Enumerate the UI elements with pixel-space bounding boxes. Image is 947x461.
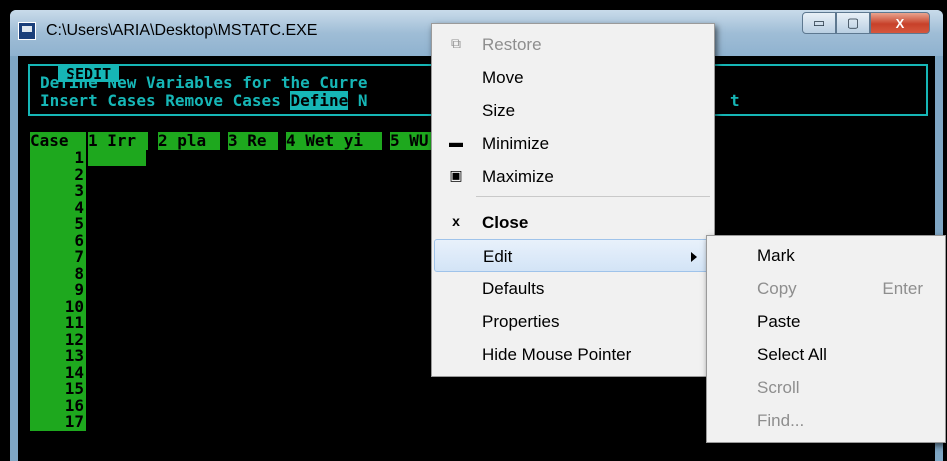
menu-options-line: Insert Cases Remove Cases Define N — [40, 91, 368, 110]
menu-item-label: Maximize — [482, 167, 554, 186]
minimize-button[interactable]: ▭ — [802, 12, 836, 34]
maximize-button[interactable]: ▢ — [836, 12, 870, 34]
menu-item-defaults[interactable]: Defaults — [434, 272, 712, 305]
menu-item-label: Minimize — [482, 134, 550, 153]
submenu-item-copy[interactable]: Copy Enter — [709, 272, 943, 305]
menu-item-label: Select All — [757, 345, 827, 364]
menu-item-label: Mark — [757, 246, 795, 265]
menu-item-label: Paste — [757, 312, 801, 331]
menu-item-minimize[interactable]: ▬ Minimize — [434, 127, 712, 160]
menu-item-close[interactable]: x Close — [434, 206, 712, 239]
menu-item-label: Edit — [483, 247, 513, 266]
msdos-app-icon[interactable] — [18, 22, 36, 40]
menu-item-edit[interactable]: Edit — [434, 239, 712, 272]
row-number: 17 — [64, 412, 84, 431]
menu-item-label: Defaults — [482, 279, 545, 298]
menu-item-label: Size — [482, 101, 516, 120]
menu-item-properties[interactable]: Properties — [434, 305, 712, 338]
minimize-icon: ▬ — [449, 134, 463, 150]
menu-options-rest: N — [348, 91, 368, 110]
window-title: C:\Users\ARIA\Desktop\MSTATC.EXE — [46, 22, 318, 39]
maximize-icon: ▢ — [846, 15, 860, 30]
submenu-item-select-all[interactable]: Select All — [709, 338, 943, 371]
close-button[interactable]: X — [870, 12, 930, 34]
menu-options-text: Insert Cases Remove Cases — [40, 91, 291, 110]
active-cell[interactable] — [88, 150, 146, 166]
menu-description-line: Define New Variables for the Curre — [40, 73, 368, 92]
grid-header-col4[interactable]: 4 Wet yi — [286, 132, 382, 150]
menu-separator — [476, 196, 710, 197]
grid-header-col3[interactable]: 3 Re — [228, 132, 278, 150]
submenu-item-scroll[interactable]: Scroll — [709, 371, 943, 404]
minimize-icon: ▭ — [812, 15, 826, 30]
menu-options-tail: t — [730, 91, 740, 110]
menu-option-define[interactable]: Define — [290, 91, 349, 110]
close-icon: X — [895, 15, 905, 31]
menu-item-label: Scroll — [757, 378, 800, 397]
menu-item-move[interactable]: Move — [434, 61, 712, 94]
grid-header-col1[interactable]: 1 Irr — [88, 132, 148, 150]
menu-item-label: Restore — [482, 35, 542, 54]
grid-header-col2[interactable]: 2 pla — [158, 132, 220, 150]
menu-item-label: Copy — [757, 279, 797, 298]
menu-item-maximize[interactable]: ▣ Maximize — [434, 160, 712, 193]
restore-icon: ⧉ — [451, 35, 461, 51]
menu-item-label: Move — [482, 68, 524, 87]
submenu-arrow-icon — [691, 252, 697, 262]
submenu-item-find[interactable]: Find... — [709, 404, 943, 437]
menu-item-label: Find... — [757, 411, 805, 430]
row-numbers: 1 2 3 4 5 6 7 8 9 10 11 12 13 14 15 16 17 — [30, 149, 86, 431]
edit-submenu: Mark Copy Enter Paste Select All Scroll F… — [706, 235, 946, 443]
menu-item-size[interactable]: Size — [434, 94, 712, 127]
close-icon: x — [452, 213, 460, 229]
shortcut-label: Enter — [882, 279, 923, 298]
system-menu: ⧉ Restore Move Size ▬ Minimize ▣ Maximize x… — [431, 23, 715, 377]
submenu-item-paste[interactable]: Paste — [709, 305, 943, 338]
maximize-icon: ▣ — [449, 167, 463, 183]
submenu-item-mark[interactable]: Mark — [709, 239, 943, 272]
menu-item-restore[interactable]: ⧉ Restore — [434, 28, 712, 61]
menu-item-label: Hide Mouse Pointer — [482, 345, 632, 364]
menu-item-label: Properties — [482, 312, 560, 331]
menu-item-label: Close — [482, 213, 529, 232]
menu-item-hide-mouse-pointer[interactable]: Hide Mouse Pointer — [434, 338, 712, 371]
